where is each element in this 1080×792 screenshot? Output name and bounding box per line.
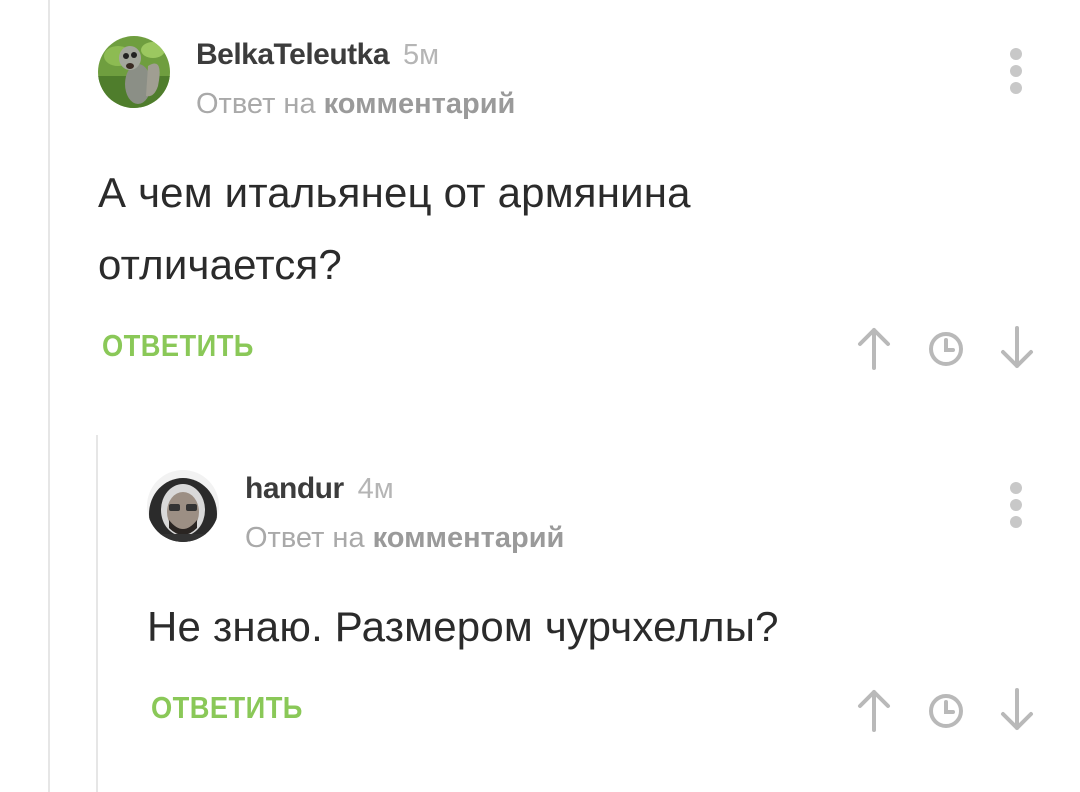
reply-button[interactable]: ОТВЕТИТЬ — [151, 690, 303, 726]
comment-meta: BelkaTeleutka 5м Ответ на комментарий — [196, 38, 515, 121]
comment-time: 5м — [403, 39, 440, 71]
arrow-up-icon[interactable] — [852, 324, 896, 372]
author-name[interactable]: handur — [245, 472, 344, 506]
clock-icon[interactable] — [924, 686, 968, 734]
clock-icon[interactable] — [924, 324, 968, 372]
arrow-down-icon[interactable] — [995, 686, 1039, 734]
arrow-up-icon[interactable] — [852, 686, 896, 734]
reply-button[interactable]: ОТВЕТИТЬ — [102, 328, 254, 364]
reply-to-line: Ответ на комментарий — [245, 522, 564, 555]
arrow-down-icon[interactable] — [995, 324, 1039, 372]
comment-text: А чем итальянец от армянина отличается? — [98, 157, 878, 301]
thread-line-nested — [96, 435, 98, 792]
comment-actions: ОТВЕТИТЬ — [98, 322, 1058, 372]
author-name[interactable]: BelkaTeleutka — [196, 38, 390, 72]
more-vertical-icon[interactable] — [1008, 482, 1024, 528]
comment-text-line: отличается? — [98, 241, 342, 288]
parent-comment-link[interactable]: комментарий — [324, 88, 516, 120]
comment-text-line: А чем итальянец от армянина — [98, 169, 691, 216]
comment-time: 4м — [357, 473, 394, 505]
avatar[interactable] — [98, 36, 170, 108]
reply-to-prefix: Ответ на — [196, 88, 324, 120]
reply-to-prefix: Ответ на — [245, 522, 373, 554]
thread-line — [48, 0, 50, 792]
comment-actions: ОТВЕТИТЬ — [147, 684, 1058, 734]
parent-comment-link[interactable]: комментарий — [373, 522, 565, 554]
reply-to-line: Ответ на комментарий — [196, 88, 515, 121]
comment-text-line: Не знаю. Размером чурчхеллы? — [147, 603, 779, 650]
avatar[interactable] — [147, 470, 219, 542]
comment-meta: handur 4м Ответ на комментарий — [245, 472, 564, 555]
comment-thread: BelkaTeleutka 5м Ответ на комментарий А … — [0, 0, 1080, 792]
comment-text: Не знаю. Размером чурчхеллы? — [147, 591, 967, 663]
more-vertical-icon[interactable] — [1008, 48, 1024, 94]
